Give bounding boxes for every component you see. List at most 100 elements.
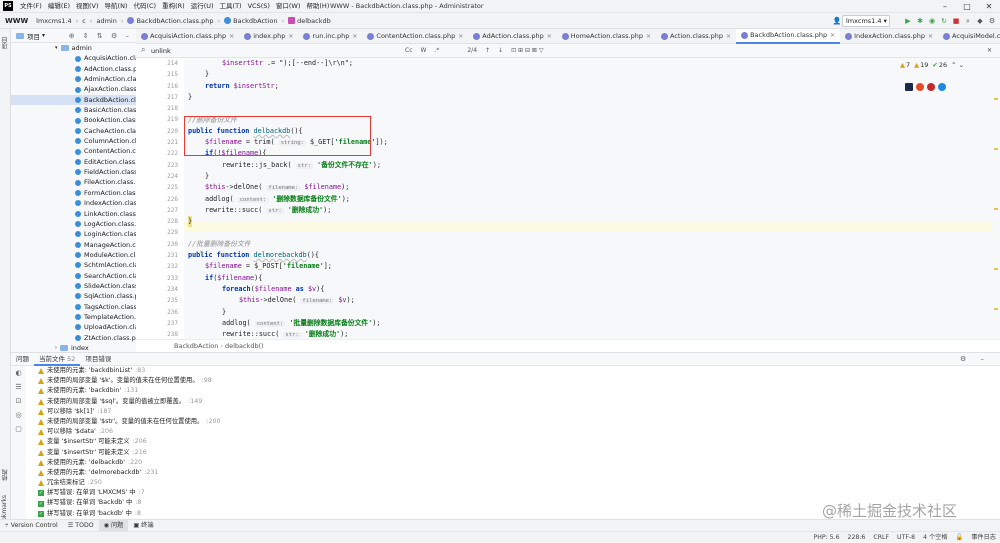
tree-file-item[interactable]: FileAction.class.php bbox=[11, 177, 136, 187]
editor-tab[interactable]: IndexAction.class.php ✕ bbox=[840, 29, 938, 44]
problem-item[interactable]: 未使用的局部变量 '$k'。变量的值未在任何位置使用。:98 bbox=[26, 376, 1000, 386]
menu-view[interactable]: 视图(V) bbox=[73, 0, 102, 13]
nav-crumb-class[interactable]: BackdbAction bbox=[222, 17, 279, 25]
tree-file-item[interactable]: ModuleAction.class.php bbox=[11, 250, 136, 260]
tool-todo[interactable]: ☰ TODO bbox=[63, 520, 99, 532]
tree-file-item[interactable]: AjaxAction.class.php bbox=[11, 84, 136, 94]
tree-file-item[interactable]: AdAction.class.php bbox=[11, 64, 136, 74]
problem-item[interactable]: 冗余结束标记:250 bbox=[26, 478, 1000, 488]
status-caret-position[interactable]: 228:6 bbox=[844, 532, 870, 543]
close-tab-icon[interactable]: ✕ bbox=[830, 32, 835, 39]
tree-file-item[interactable]: SearchAction.class.php bbox=[11, 271, 136, 281]
match-case-toggle[interactable]: Cc bbox=[401, 47, 417, 54]
tree-file-item[interactable]: TemplateAction.class.php bbox=[11, 312, 136, 322]
tool-version-control[interactable]: ⑂ Version Control bbox=[0, 520, 63, 532]
regex-toggle[interactable]: .* bbox=[430, 47, 443, 54]
tree-file-item[interactable]: AcquisiAction.class.php bbox=[11, 53, 136, 63]
problem-item[interactable]: 未使用的局部变量 '$str'。变量的值未在任何位置使用。:200 bbox=[26, 417, 1000, 427]
tree-file-item[interactable]: BookAction.class.php bbox=[11, 115, 136, 125]
user-icon[interactable]: 👤 bbox=[832, 16, 842, 26]
editor-crumb-method[interactable]: delbackdb() bbox=[225, 342, 264, 350]
problem-item[interactable]: ✓ 拼写错误: 在单词 'LMXCMS' 中:7 bbox=[26, 488, 1000, 498]
editor-tab[interactable]: index.php ✕ bbox=[239, 29, 298, 44]
inspection-nav-icon[interactable]: ⌃ ⌄ bbox=[951, 61, 964, 69]
tree-file-item[interactable]: LogAction.class.php bbox=[11, 219, 136, 229]
tree-file-item[interactable]: ContentAction.class.php bbox=[11, 146, 136, 156]
search-everywhere-icon[interactable]: ⌕ bbox=[963, 16, 973, 26]
tree-file-item[interactable]: FormAction.class.php bbox=[11, 188, 136, 198]
editor-tab[interactable]: Action.class.php ✕ bbox=[656, 29, 736, 44]
problem-item[interactable]: 可以移除 '$data':206 bbox=[26, 427, 1000, 437]
phpstorm-browser-icon[interactable] bbox=[905, 83, 913, 91]
editor-tab[interactable]: AdAction.class.php ✕ bbox=[468, 29, 557, 44]
inspection-summary[interactable]: ▲ 7 ▲ 19 ✔ 26 ⌃ ⌄ bbox=[900, 61, 964, 69]
tree-file-item[interactable]: EditAction.class.php bbox=[11, 157, 136, 167]
nav-crumb-admin[interactable]: admin bbox=[94, 17, 118, 25]
editor-tab[interactable]: AcquisiAction.class.php ✕ bbox=[136, 29, 239, 44]
close-icon[interactable]: ✕ bbox=[978, 0, 1000, 13]
problem-item[interactable]: 未使用的元素: 'backdbin':131 bbox=[26, 386, 1000, 396]
project-panel-tools-icon[interactable]: ⊕ ⇕ ⇅ ⚙ – bbox=[69, 32, 136, 40]
tab-current-file[interactable]: 当前文件 52 bbox=[34, 353, 81, 366]
menu-navigate[interactable]: 导航(N) bbox=[102, 0, 131, 13]
next-match-icon[interactable]: ↓ bbox=[494, 47, 507, 54]
chrome-icon[interactable] bbox=[916, 83, 924, 91]
close-tab-icon[interactable]: ✕ bbox=[547, 33, 552, 40]
tree-file-item[interactable]: CacheAction.class.php bbox=[11, 126, 136, 136]
find-options-icon[interactable]: ⊡ ⊞ ⊟ ⊠ ▽ bbox=[507, 47, 547, 54]
problem-item[interactable]: 变量 '$insertStr' 可能未定义:216 bbox=[26, 448, 1000, 458]
run-icon[interactable]: ▶ bbox=[903, 16, 913, 26]
menu-vcs[interactable]: VCS(S) bbox=[245, 0, 273, 13]
maximize-icon[interactable]: □ bbox=[956, 0, 978, 13]
close-tab-icon[interactable]: ✕ bbox=[229, 33, 234, 40]
editor-tab[interactable]: AcquisiModel.class.php✕ bbox=[938, 29, 1000, 44]
problems-tools-icon[interactable]: ◐ ☰ ⊡ ◎ ▢ bbox=[11, 366, 26, 436]
tree-file-item[interactable]: TagsAction.class.php bbox=[11, 302, 136, 312]
problem-item[interactable]: 未使用的元素: 'delmorebackdb':231 bbox=[26, 468, 1000, 478]
close-tab-icon[interactable]: ✕ bbox=[646, 33, 651, 40]
editor-crumb-class[interactable]: BackdbAction bbox=[174, 342, 218, 350]
status-event-log[interactable]: 事件日志 bbox=[967, 532, 1000, 543]
structure-tool-tab[interactable]: 结构 bbox=[1, 469, 10, 481]
tree-file-item[interactable]: SchtmlAction.class.php bbox=[11, 260, 136, 270]
tree-file-item[interactable]: LoginAction.class.php bbox=[11, 229, 136, 239]
problem-item[interactable]: 未使用的元素: 'backdbinList':83 bbox=[26, 366, 1000, 376]
editor-scrollbar[interactable] bbox=[992, 58, 1000, 339]
tree-file-item[interactable]: UploadAction.class.php bbox=[11, 322, 136, 332]
prev-match-icon[interactable]: ↑ bbox=[481, 47, 494, 54]
status-line-ending[interactable]: CRLF bbox=[869, 532, 893, 543]
menu-tools[interactable]: 工具(T) bbox=[217, 0, 245, 13]
find-input[interactable]: unlink bbox=[151, 47, 401, 55]
close-tab-icon[interactable]: ✕ bbox=[352, 33, 357, 40]
menu-code[interactable]: 代码(C) bbox=[130, 0, 159, 13]
status-encoding[interactable]: UTF-8 bbox=[893, 532, 919, 543]
tree-file-item[interactable]: LinkAction.class.php bbox=[11, 209, 136, 219]
status-indent[interactable]: 4 个空格 bbox=[919, 532, 951, 543]
editor-tab[interactable]: HomeAction.class.php ✕ bbox=[557, 29, 656, 44]
tool-terminal[interactable]: ▣ 终端 bbox=[128, 520, 158, 532]
problems-settings-icon[interactable]: ⚙ – bbox=[960, 355, 1000, 363]
nav-crumb-method[interactable]: delbackdb bbox=[286, 17, 333, 25]
lock-icon[interactable]: 🔓 bbox=[952, 532, 968, 543]
tab-project-errors[interactable]: 项目错误 bbox=[80, 353, 116, 366]
project-name[interactable]: WWW bbox=[5, 17, 28, 25]
editor-tab[interactable]: ContentAction.class.php ✕ bbox=[362, 29, 468, 44]
tree-file-item[interactable]: SlideAction.class.php bbox=[11, 281, 136, 291]
menu-edit[interactable]: 编辑(E) bbox=[45, 0, 73, 13]
settings-icon[interactable]: ⚙ bbox=[987, 16, 997, 26]
tree-file-item[interactable]: ManageAction.class.php bbox=[11, 240, 136, 250]
whole-word-toggle[interactable]: W bbox=[417, 47, 431, 54]
menu-window[interactable]: 窗口(W) bbox=[273, 0, 304, 13]
project-tool-tab[interactable]: 项目 bbox=[1, 37, 10, 49]
tree-file-item[interactable]: FieldAction.class.php bbox=[11, 167, 136, 177]
edge-icon[interactable] bbox=[938, 83, 946, 91]
nav-crumb-project[interactable]: lmxcms1.4 bbox=[34, 17, 74, 25]
nav-crumb-file[interactable]: BackdbAction.class.php bbox=[125, 17, 215, 25]
problem-item[interactable]: 未使用的元素: 'delbackdb':220 bbox=[26, 458, 1000, 468]
update-icon[interactable]: ◆ bbox=[975, 16, 985, 26]
run-config-select[interactable]: lmxcms1.4 ▾ bbox=[842, 15, 890, 27]
problem-item[interactable]: 未使用的局部变量 '$sql'。变量的值被立即覆盖。:149 bbox=[26, 397, 1000, 407]
tree-file-item[interactable]: ColumnAction.class.php bbox=[11, 136, 136, 146]
tree-file-item[interactable]: ZtAction.class.php bbox=[11, 333, 136, 343]
code-editor[interactable]: 214 215 216 217 218 219 220 221 222 223 224 225 226 2… bbox=[136, 58, 992, 339]
